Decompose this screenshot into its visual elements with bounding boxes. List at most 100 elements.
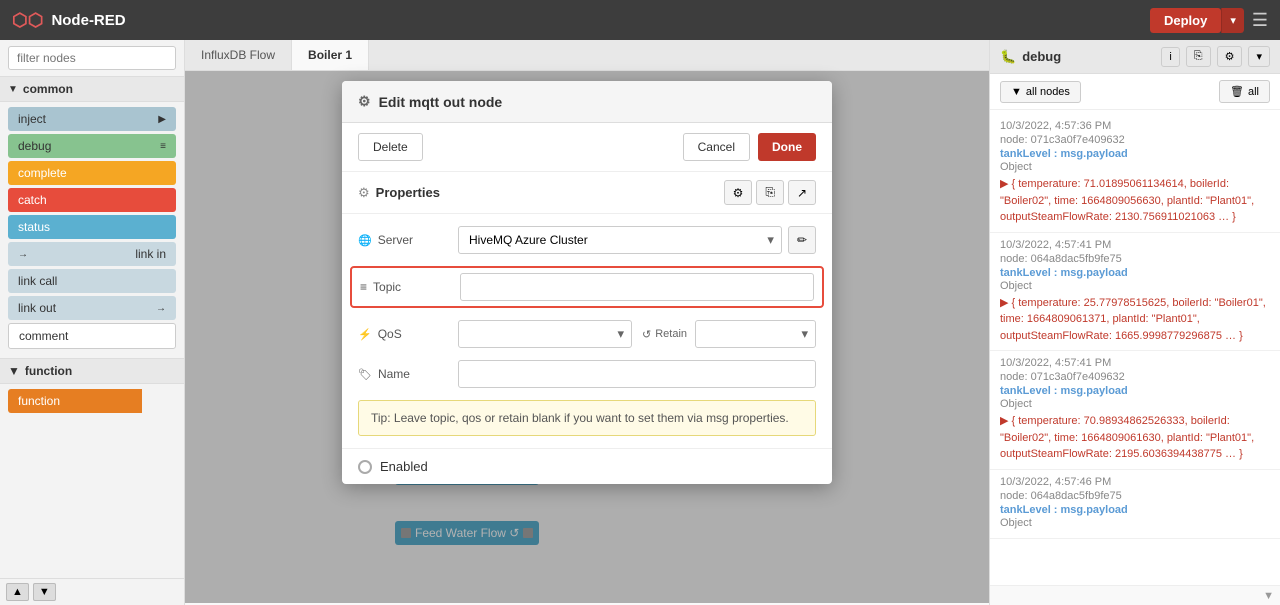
debug-scroll-button[interactable]: ▼ <box>1263 590 1274 602</box>
sidebar-item-link-out[interactable]: link out → <box>8 296 176 320</box>
retain-select[interactable] <box>695 320 816 348</box>
debug-msg-4-timestamp: 10/3/2022, 4:57:46 PM <box>1000 476 1270 488</box>
debug-header: 🐛 debug i ⎘ ⚙ ▾ <box>990 40 1280 74</box>
debug-msg-2-timestamp: 10/3/2022, 4:57:41 PM <box>1000 239 1270 251</box>
sidebar-item-function[interactable]: function <box>8 389 142 413</box>
name-input[interactable]: Publish to HiveMQ Broker <box>458 360 816 388</box>
server-edit-button[interactable]: ✏ <box>788 226 816 254</box>
retain-section: ↺ Retain <box>642 320 816 348</box>
sidebar-item-link-in[interactable]: → link in <box>8 242 176 266</box>
common-nodes-list: inject ▶ debug ≡ complete catch status →… <box>0 102 184 354</box>
debug-msg-1-timestamp: 10/3/2022, 4:57:36 PM <box>1000 120 1270 132</box>
link-call-label: link call <box>18 274 57 288</box>
properties-export-button[interactable]: ↗ <box>788 180 816 205</box>
properties-section-header: ⚙ Properties ⚙ ⎘ ↗ <box>342 172 832 214</box>
sidebar-item-complete[interactable]: complete <box>8 161 176 185</box>
link-in-icon: → <box>18 249 28 260</box>
app-title: Node-RED <box>51 12 125 29</box>
sidebar-scroll-up-button[interactable]: ▲ <box>6 583 29 601</box>
debug-title: debug <box>1022 49 1061 64</box>
link-in-label: link in <box>135 247 166 261</box>
inject-node-label: inject <box>18 112 46 126</box>
topic-lines-icon <box>360 280 367 294</box>
qos-label-text: QoS <box>378 327 402 341</box>
debug-msg-4-node: node: 064a8dac5fb9fe75 <box>1000 490 1270 502</box>
modal-title: Edit mqtt out node <box>379 94 503 110</box>
sidebar-scroll-down-button[interactable]: ▼ <box>33 583 56 601</box>
server-label: Server <box>358 233 448 247</box>
function-node-label: function <box>18 394 60 408</box>
properties-toolbar: ⚙ ⎘ ↗ <box>724 180 816 205</box>
topbar-left: ⬡⬡ Node-RED <box>12 10 126 31</box>
debug-msg-4-payload: Object <box>1000 517 1270 529</box>
debug-info-button[interactable]: i <box>1161 47 1179 67</box>
debug-message-2: 10/3/2022, 4:57:41 PM node: 064a8dac5fb9… <box>990 233 1280 352</box>
retain-select-wrapper <box>695 320 816 348</box>
debug-message-4: 10/3/2022, 4:57:46 PM node: 064a8dac5fb9… <box>990 470 1280 539</box>
debug-msg-2-source: tankLevel : msg.payload <box>1000 267 1270 279</box>
topbar: ⬡⬡ Node-RED Deploy ▾ ☰ <box>0 0 1280 40</box>
debug-panel: 🐛 debug i ⎘ ⚙ ▾ ▼ all nodes 🗑 all 10/3/ <box>990 40 1280 605</box>
sidebar-item-status[interactable]: status <box>8 215 176 239</box>
clear-all-button[interactable]: 🗑 all <box>1219 80 1270 103</box>
hamburger-menu-button[interactable]: ☰ <box>1252 10 1268 31</box>
retain-label: ↺ Retain <box>642 328 687 341</box>
qos-select[interactable] <box>458 320 632 348</box>
debug-msg-1-source: tankLevel : msg.payload <box>1000 148 1270 160</box>
server-label-text: Server <box>378 233 413 247</box>
qos-icon <box>358 327 372 341</box>
delete-button[interactable]: Delete <box>358 133 423 161</box>
link-out-label: link out <box>18 301 56 315</box>
debug-settings-button[interactable]: ⚙ <box>1217 46 1243 67</box>
function-nodes-list: function <box>0 384 184 418</box>
debug-scroll-bar: ▼ <box>990 585 1280 605</box>
done-button[interactable]: Done <box>758 133 816 161</box>
debug-copy-button[interactable]: ⎘ <box>1186 46 1211 67</box>
sidebar-item-link-call[interactable]: link call <box>8 269 176 293</box>
qos-retain-row: QoS ↺ Retain <box>358 320 816 348</box>
qos-select-wrapper <box>458 320 632 348</box>
catch-node-label: catch <box>18 193 47 207</box>
name-label: Name <box>358 367 448 381</box>
edit-mqtt-modal: Edit mqtt out node Delete Cancel Done <box>342 81 832 484</box>
all-nodes-filter-button[interactable]: ▼ all nodes <box>1000 81 1081 103</box>
server-globe-icon <box>358 233 372 247</box>
tab-boiler1[interactable]: Boiler 1 <box>292 40 369 70</box>
deploy-button[interactable]: Deploy <box>1150 8 1221 33</box>
sidebar-item-inject[interactable]: inject ▶ <box>8 107 176 131</box>
properties-settings-button[interactable]: ⚙ <box>724 180 753 205</box>
filter-nodes-input[interactable] <box>8 46 176 70</box>
sidebar-item-comment[interactable]: comment <box>8 323 176 349</box>
properties-gear-icon: ⚙ <box>358 185 370 201</box>
server-select-wrapper: HiveMQ Azure Cluster <box>458 226 782 254</box>
common-section-header[interactable]: ▼ common <box>0 77 184 102</box>
topic-input[interactable]: plant/boilers <box>460 273 814 301</box>
deploy-dropdown-button[interactable]: ▾ <box>1221 8 1244 33</box>
common-section-label: common <box>23 82 73 96</box>
server-select[interactable]: HiveMQ Azure Cluster <box>458 226 782 254</box>
topic-label: Topic <box>360 280 450 294</box>
modal-header: Edit mqtt out node <box>342 81 832 123</box>
properties-copy-button[interactable]: ⎘ <box>756 180 784 205</box>
debug-msg-3-body: ▶ { temperature: 70.98934862526333, boil… <box>1000 413 1270 463</box>
function-section-header[interactable]: ▼ function <box>0 358 184 384</box>
cancel-button[interactable]: Cancel <box>683 133 750 161</box>
debug-message-3: 10/3/2022, 4:57:41 PM node: 071c3a0f7e40… <box>990 351 1280 470</box>
sidebar-item-debug[interactable]: debug ≡ <box>8 134 176 158</box>
tab-influxdb-label: InfluxDB Flow <box>201 48 275 62</box>
trash-icon: 🗑 <box>1230 85 1244 98</box>
debug-msg-2-payload: Object <box>1000 280 1270 292</box>
tab-influxdb[interactable]: InfluxDB Flow <box>185 40 292 70</box>
modal-actions-left: Delete <box>358 133 423 161</box>
server-form-row: Server HiveMQ Azure Cluster ✏ <box>358 226 816 254</box>
modal-footer: Enabled <box>342 448 832 484</box>
enabled-circle-icon <box>358 460 372 474</box>
qos-label: QoS <box>358 327 448 341</box>
debug-header-left: 🐛 debug <box>1000 49 1061 65</box>
debug-msg-1-node: node: 071c3a0f7e409632 <box>1000 134 1270 146</box>
name-tag-icon <box>358 367 372 381</box>
inject-node-icon: ▶ <box>158 114 166 125</box>
debug-collapse-button[interactable]: ▾ <box>1248 46 1270 67</box>
sidebar-item-catch[interactable]: catch <box>8 188 176 212</box>
sidebar-filter-area <box>0 40 184 77</box>
